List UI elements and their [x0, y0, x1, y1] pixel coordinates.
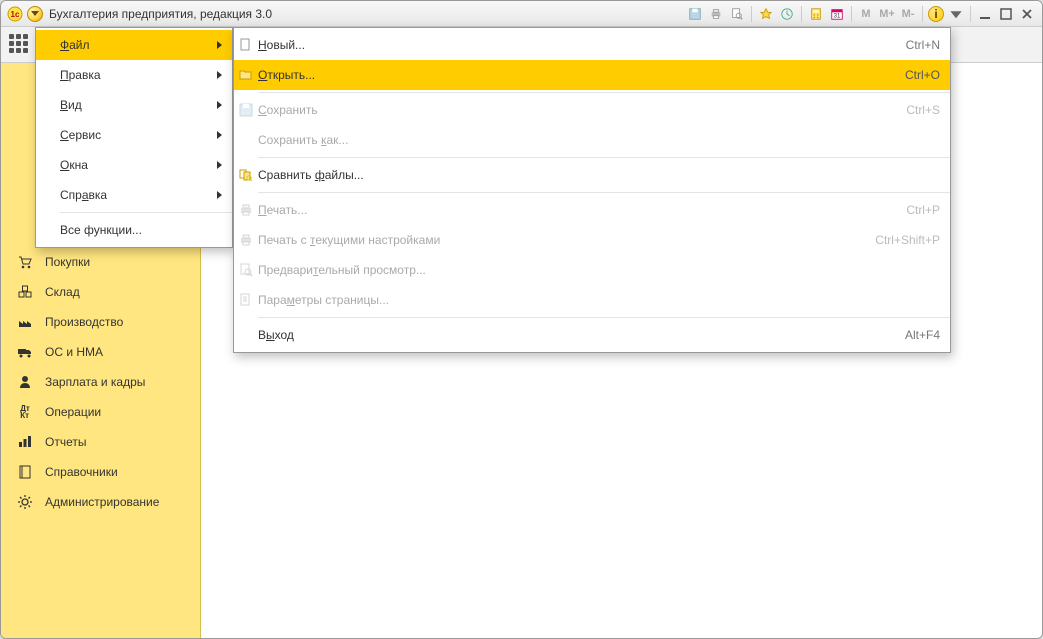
sidebar-item-administration[interactable]: Администрирование — [1, 487, 200, 517]
menu-item-service[interactable]: Сервис — [36, 120, 232, 150]
menu-separator — [258, 317, 950, 318]
submenu-arrow-icon — [217, 161, 222, 169]
app-logo-icon: 1c — [7, 6, 23, 22]
file-menu-print-current: Печать с текущими настройками Ctrl+Shift… — [234, 225, 950, 255]
truck-icon — [17, 344, 33, 360]
compare-icon — [238, 167, 254, 183]
menu-item-windows[interactable]: Окна — [36, 150, 232, 180]
sidebar-item-label: Зарплата и кадры — [45, 375, 145, 389]
submenu-arrow-icon — [217, 101, 222, 109]
menu-separator — [258, 192, 950, 193]
sidebar-item-salary[interactable]: Зарплата и кадры — [1, 367, 200, 397]
submenu-arrow-icon — [217, 71, 222, 79]
menu-item-file[interactable]: Файл — [36, 30, 232, 60]
sidebar-item-operations[interactable]: ДтКт Операции — [1, 397, 200, 427]
memory-m[interactable]: M — [857, 5, 875, 23]
save-icon[interactable] — [686, 5, 704, 23]
dk-icon: ДтКт — [17, 404, 33, 420]
new-doc-icon — [238, 37, 254, 53]
person-icon — [17, 374, 33, 390]
preview-icon — [238, 262, 254, 278]
file-menu-compare[interactable]: Сравнить файлы... — [234, 160, 950, 190]
menu-separator — [258, 157, 950, 158]
maximize-button[interactable] — [997, 5, 1015, 23]
minimize-button[interactable] — [976, 5, 994, 23]
chart-icon — [17, 434, 33, 450]
print-icon — [238, 232, 254, 248]
main-menu-dropdown-icon[interactable] — [27, 6, 43, 22]
sidebar-item-reports[interactable]: Отчеты — [1, 427, 200, 457]
file-menu-open[interactable]: Открыть... Ctrl+O — [234, 60, 950, 90]
window-title: Бухгалтерия предприятия, редакция 3.0 — [49, 7, 272, 21]
sidebar-item-label: ОС и НМА — [45, 345, 103, 359]
sidebar-item-assets[interactable]: ОС и НМА — [1, 337, 200, 367]
sidebar-item-label: Отчеты — [45, 435, 86, 449]
favorites-star-icon[interactable] — [757, 5, 775, 23]
sidebar-item-directories[interactable]: Справочники — [1, 457, 200, 487]
sidebar-item-purchases[interactable]: Покупки — [1, 247, 200, 277]
gear-icon — [17, 494, 33, 510]
factory-icon — [17, 314, 33, 330]
memory-m-minus[interactable]: M- — [899, 5, 917, 23]
sidebar-item-warehouse[interactable]: Склад — [1, 277, 200, 307]
title-toolbar: 31 M M+ M- i — [686, 5, 1036, 23]
title-bar: 1c Бухгалтерия предприятия, редакция 3.0… — [1, 1, 1042, 27]
file-menu-exit[interactable]: Выход Alt+F4 — [234, 320, 950, 350]
menu-separator — [258, 92, 950, 93]
app-window: 1c Бухгалтерия предприятия, редакция 3.0… — [0, 0, 1043, 639]
file-menu-print: Печать... Ctrl+P — [234, 195, 950, 225]
main-menu: Файл Правка Вид Сервис Окна Справка Все … — [35, 27, 233, 248]
sections-grid-icon[interactable] — [9, 34, 31, 56]
file-submenu: Новый... Ctrl+N Открыть... Ctrl+O Сохран… — [233, 27, 951, 353]
menu-item-help[interactable]: Справка — [36, 180, 232, 210]
boxes-icon — [17, 284, 33, 300]
submenu-arrow-icon — [217, 131, 222, 139]
submenu-arrow-icon — [217, 191, 222, 199]
file-menu-new[interactable]: Новый... Ctrl+N — [234, 30, 950, 60]
menu-item-view[interactable]: Вид — [36, 90, 232, 120]
file-menu-preview: Предварительный просмотр... — [234, 255, 950, 285]
submenu-arrow-icon — [217, 41, 222, 49]
calculator-icon[interactable] — [807, 5, 825, 23]
menu-separator — [60, 212, 232, 213]
preview-icon[interactable] — [728, 5, 746, 23]
sidebar-item-label: Администрирование — [45, 495, 159, 509]
sidebar-item-label: Справочники — [45, 465, 118, 479]
menu-item-all-functions[interactable]: Все функции... — [36, 215, 232, 245]
info-icon[interactable]: i — [928, 6, 944, 22]
sidebar-item-label: Склад — [45, 285, 80, 299]
cart-icon — [17, 254, 33, 270]
file-menu-page-setup: Параметры страницы... — [234, 285, 950, 315]
print-icon[interactable] — [707, 5, 725, 23]
save-icon — [238, 102, 254, 118]
dropdown-arrow-icon[interactable] — [947, 5, 965, 23]
book-icon — [17, 464, 33, 480]
svg-text:1c: 1c — [11, 10, 20, 19]
sidebar-item-label: Производство — [45, 315, 123, 329]
svg-text:31: 31 — [834, 12, 841, 19]
memory-m-plus[interactable]: M+ — [878, 5, 896, 23]
page-setup-icon — [238, 292, 254, 308]
sidebar-item-label: Покупки — [45, 255, 90, 269]
open-folder-icon — [238, 67, 254, 83]
print-icon — [238, 202, 254, 218]
history-icon[interactable] — [778, 5, 796, 23]
menu-item-edit[interactable]: Правка — [36, 60, 232, 90]
calendar-icon[interactable]: 31 — [828, 5, 846, 23]
sidebar-item-label: Операции — [45, 405, 101, 419]
sidebar-item-production[interactable]: Производство — [1, 307, 200, 337]
file-menu-save: Сохранить Ctrl+S — [234, 95, 950, 125]
file-menu-save-as: Сохранить как... — [234, 125, 950, 155]
close-button[interactable] — [1018, 5, 1036, 23]
